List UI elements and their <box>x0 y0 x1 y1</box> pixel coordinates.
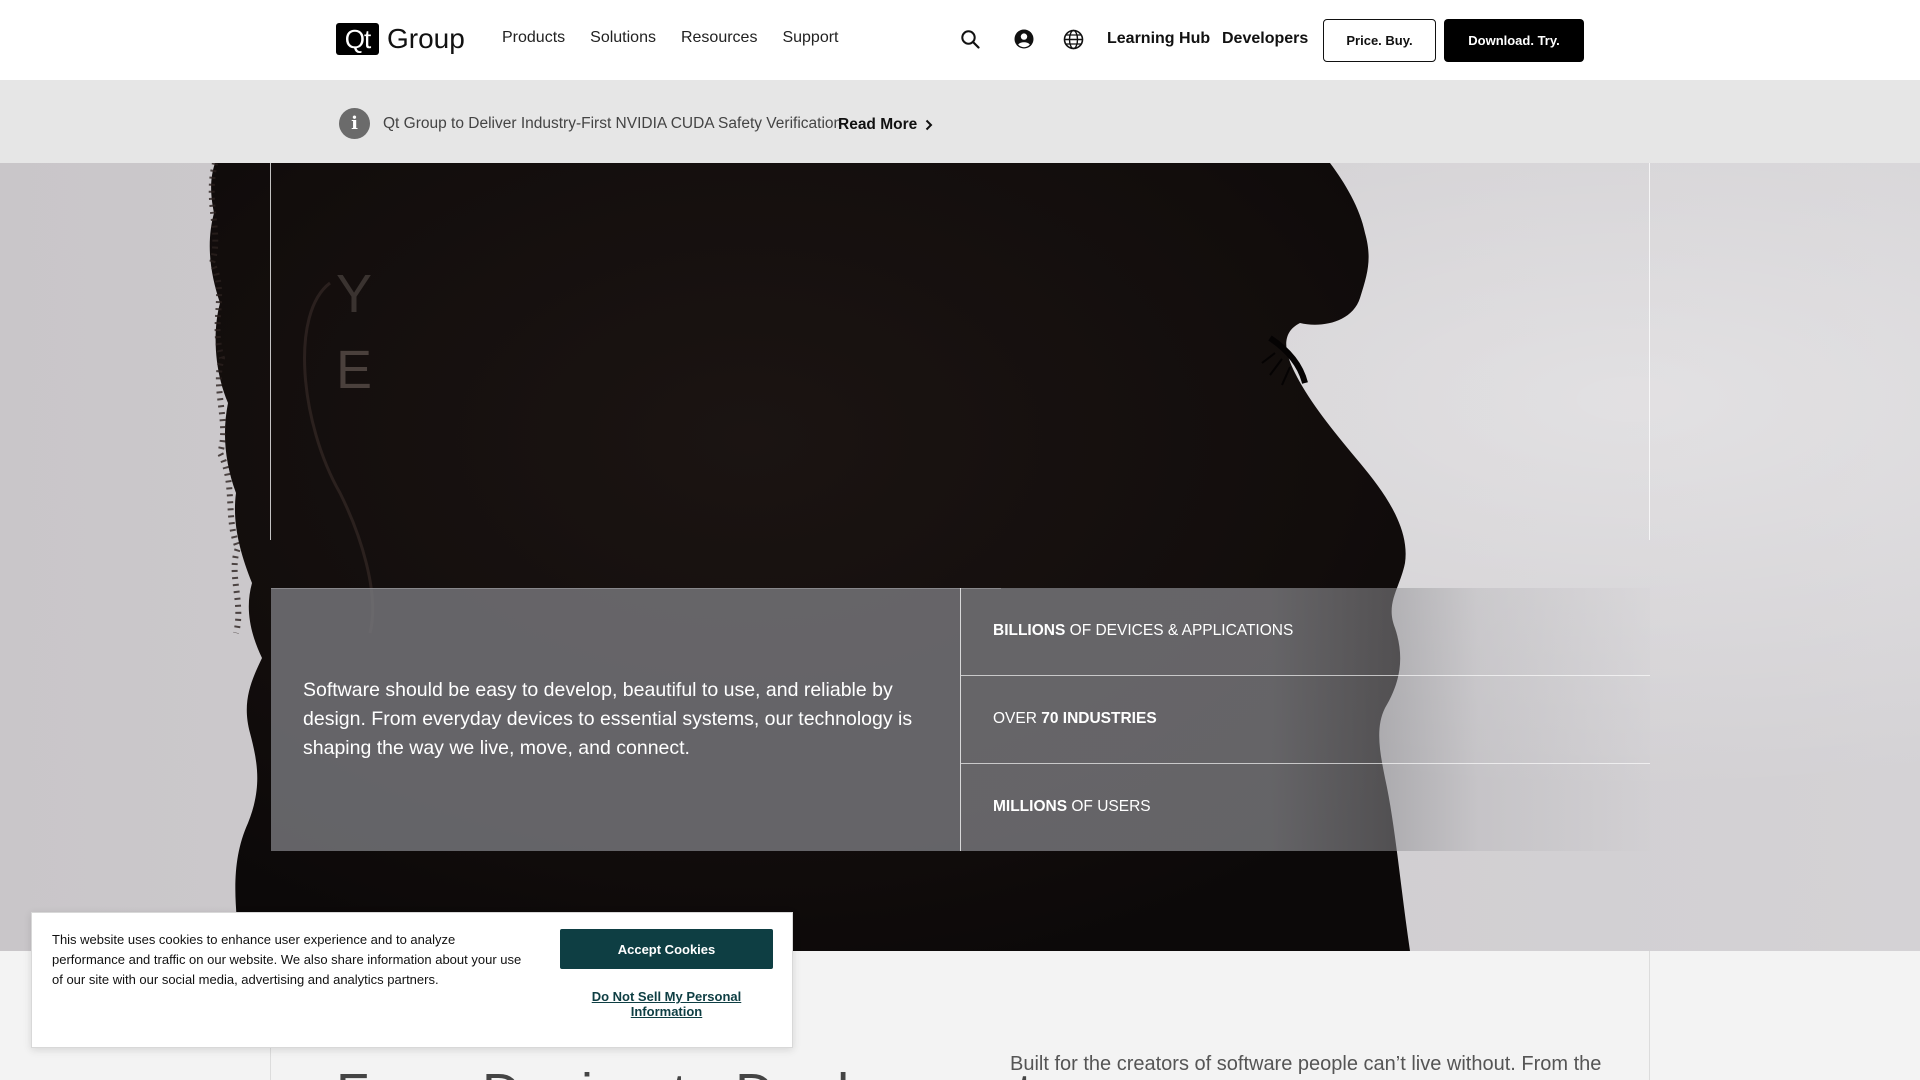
info-icon: i <box>339 108 370 139</box>
site-header: Qt Group Products Solutions Resources Su… <box>0 0 1920 80</box>
hero-heading-fragment-1: Y <box>336 264 373 324</box>
read-more-link[interactable]: Read More <box>838 116 933 134</box>
hero-heading-fragment-2: E <box>336 340 373 400</box>
stat-industries-prefix: OVER <box>993 710 1042 727</box>
panel-divider <box>960 588 961 851</box>
stat-industries: OVER 70 INDUSTRIES <box>993 710 1157 728</box>
stat-users-strong: MILLIONS <box>993 798 1068 815</box>
hero-stats-panel: BILLIONS OF DEVICES & APPLICATIONS OVER … <box>961 588 1650 851</box>
stat-users-rest: OF USERS <box>1067 798 1151 815</box>
main-nav: Products Solutions Resources Support <box>502 29 839 47</box>
stat-divider <box>961 763 1650 764</box>
download-try-button[interactable]: Download. Try. <box>1444 19 1584 62</box>
hero-description-panel: Software should be easy to develop, beau… <box>271 588 961 851</box>
cookie-text: This website uses cookies to enhance use… <box>52 932 522 987</box>
globe-icon[interactable] <box>1061 27 1085 51</box>
stat-devices-strong: BILLIONS <box>993 622 1066 639</box>
stat-devices: BILLIONS OF DEVICES & APPLICATIONS <box>993 622 1293 640</box>
section-heading: From Design to Deployment <box>336 1062 1033 1080</box>
do-not-sell-link[interactable]: Do Not Sell My Personal Information <box>563 989 770 1019</box>
learning-hub-link[interactable]: Learning Hub <box>1107 30 1210 48</box>
stat-users: MILLIONS OF USERS <box>993 798 1151 816</box>
read-more-label: Read More <box>838 116 918 133</box>
nav-products[interactable]: Products <box>502 29 565 47</box>
logo-mark: Qt <box>336 23 379 55</box>
cookie-banner: This website uses cookies to enhance use… <box>31 912 793 1048</box>
nav-support[interactable]: Support <box>782 29 838 47</box>
grid-line-left <box>270 163 271 540</box>
accept-cookies-button[interactable]: Accept Cookies <box>560 929 773 969</box>
section-intro-text: Built for the creators of software peopl… <box>1010 1053 1602 1075</box>
hero-description: Software should be easy to develop, beau… <box>303 679 913 759</box>
stat-divider <box>961 675 1650 676</box>
nav-resources[interactable]: Resources <box>681 29 757 47</box>
chevron-right-icon <box>926 119 933 131</box>
stat-devices-rest: OF DEVICES & APPLICATIONS <box>1065 622 1294 639</box>
stat-industries-strong: 70 INDUSTRIES <box>1041 710 1157 727</box>
price-buy-button[interactable]: Price. Buy. <box>1323 19 1436 62</box>
developers-link[interactable]: Developers <box>1222 30 1308 48</box>
announcement-text: Qt Group to Deliver Industry-First NVIDI… <box>383 115 843 132</box>
announcement-bar <box>0 80 1920 163</box>
search-icon[interactable] <box>958 27 982 51</box>
account-icon[interactable] <box>1012 27 1036 51</box>
nav-solutions[interactable]: Solutions <box>590 29 656 47</box>
grid-line-right <box>1649 163 1650 540</box>
qt-group-logo[interactable]: Qt Group <box>336 22 465 56</box>
logo-text: Group <box>387 23 465 54</box>
grid-line-right-lower <box>1649 951 1650 1080</box>
